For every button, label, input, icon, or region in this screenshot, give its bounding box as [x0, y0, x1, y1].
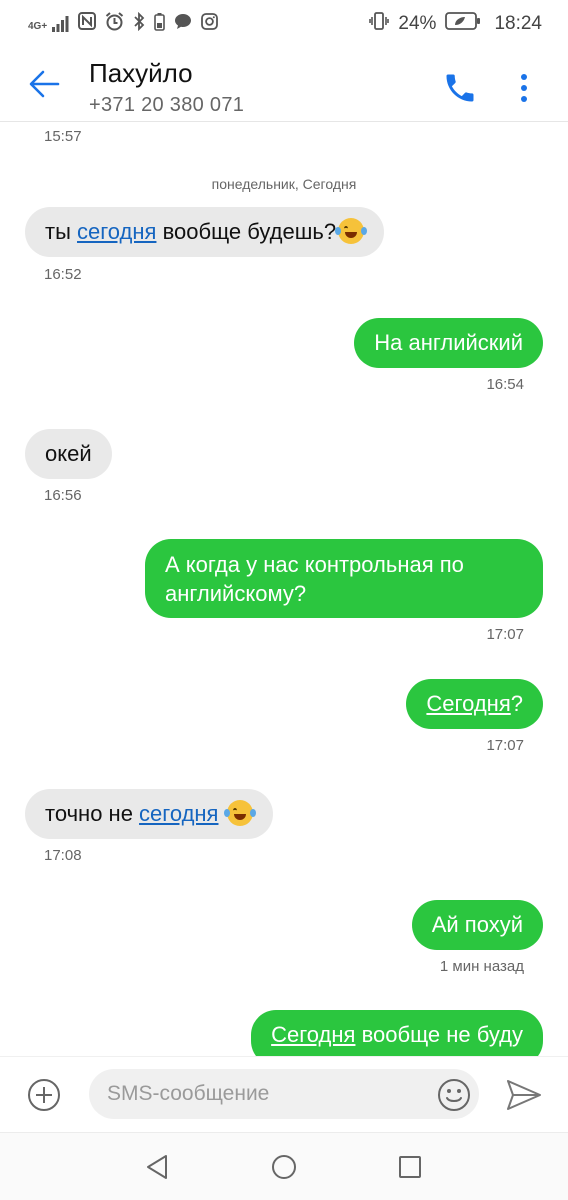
date-link[interactable]: сегодня [77, 219, 156, 244]
message-text: точно не [45, 801, 140, 826]
message-time: 16:52 [44, 266, 82, 283]
message-text: английскому? [165, 581, 307, 606]
send-icon [507, 1080, 541, 1110]
message-time: 16:54 [486, 376, 524, 393]
chat-icon [174, 13, 192, 36]
message-time: 17:07 [486, 737, 524, 754]
message-time: 17:08 [44, 847, 82, 864]
date-link[interactable]: Сегодня [271, 1022, 355, 1047]
date-link[interactable]: сегодня [139, 801, 218, 826]
date-separator: понедельник, Сегодня [211, 176, 357, 192]
arrow-left-icon [29, 70, 60, 98]
more-vert-icon [521, 74, 527, 102]
nav-home-button[interactable] [268, 1151, 300, 1183]
nav-recent-apps-icon [399, 1156, 421, 1178]
date-link[interactable]: Сегодня [426, 691, 510, 716]
phone-icon [446, 74, 474, 102]
message-text: Ай похуй [431, 912, 523, 937]
send-button[interactable] [505, 1077, 543, 1113]
network-type: 4G+ [28, 21, 48, 32]
alarm-icon [105, 11, 124, 37]
instagram-icon [201, 12, 219, 36]
battery-saver-icon [154, 12, 165, 37]
message-bubble-incoming[interactable]: точно не сегодня [25, 789, 273, 839]
message-text: На английский [374, 330, 523, 355]
message-bubble-outgoing[interactable]: Ай похуй [411, 900, 543, 950]
message-list[interactable]: 15:57 понедельник, Сегодня ты сегодня во… [0, 122, 568, 1056]
plus-circle-icon [28, 1079, 60, 1111]
system-navigation-bar [0, 1132, 568, 1200]
message-text: А когда у нас контрольная по [165, 552, 464, 577]
battery-icon [445, 12, 481, 36]
message-time: 1 мин назад [439, 958, 524, 975]
message-bubble-incoming[interactable]: ты сегодня вообще будешь? [25, 207, 385, 257]
message-time: 17:07 [486, 626, 524, 643]
nav-back-button[interactable] [142, 1151, 174, 1183]
contact-number: +371 20 380 071 [89, 94, 245, 116]
call-button[interactable] [442, 70, 478, 106]
face-with-tears-of-joy-icon [223, 800, 256, 826]
bluetooth-icon [133, 11, 145, 37]
message-text: окей [45, 441, 92, 466]
sms-message-input[interactable] [89, 1069, 479, 1119]
message-time: 15:57 [44, 128, 82, 145]
battery-percent: 24% [398, 13, 437, 34]
message-text: ? [510, 691, 523, 716]
message-bubble-outgoing[interactable]: А когда у нас контрольная по английскому… [145, 539, 543, 618]
conversation-header: Пахуйло +371 20 380 071 [0, 48, 568, 122]
message-time: 16:56 [44, 487, 82, 504]
message-bubble-incoming[interactable]: окей [25, 429, 112, 479]
status-time: 18:24 [494, 13, 542, 34]
status-right: 24% 18:24 [369, 12, 542, 36]
emoji-button[interactable] [436, 1077, 472, 1113]
message-bubble-outgoing[interactable]: Сегодня? [406, 679, 543, 729]
nav-home-icon [272, 1155, 296, 1179]
message-bubble-outgoing[interactable]: На английский [354, 318, 543, 368]
back-button[interactable] [26, 66, 62, 102]
compose-bar [0, 1056, 568, 1132]
smiley-icon [438, 1079, 470, 1111]
contact-name: Пахуйло [89, 58, 193, 88]
more-options-button[interactable] [510, 68, 538, 108]
nav-recent-apps-button[interactable] [394, 1151, 426, 1183]
message-bubble-outgoing[interactable]: Сегодня вообще не буду [251, 1010, 543, 1056]
nfc-icon [78, 12, 97, 36]
face-with-tears-of-joy-icon [335, 218, 368, 244]
status-bar: 4G+ 24% 18:24 [0, 0, 568, 48]
message-text: вообще будешь? [156, 219, 337, 244]
nav-back-icon [147, 1155, 167, 1179]
add-attachment-button[interactable] [26, 1077, 62, 1113]
message-text: ты [45, 219, 78, 244]
status-left: 4G+ [28, 11, 219, 37]
vibrate-icon [369, 12, 390, 36]
message-text: вообще не буду [355, 1022, 523, 1047]
signal-icon: 4G+ [28, 16, 69, 32]
